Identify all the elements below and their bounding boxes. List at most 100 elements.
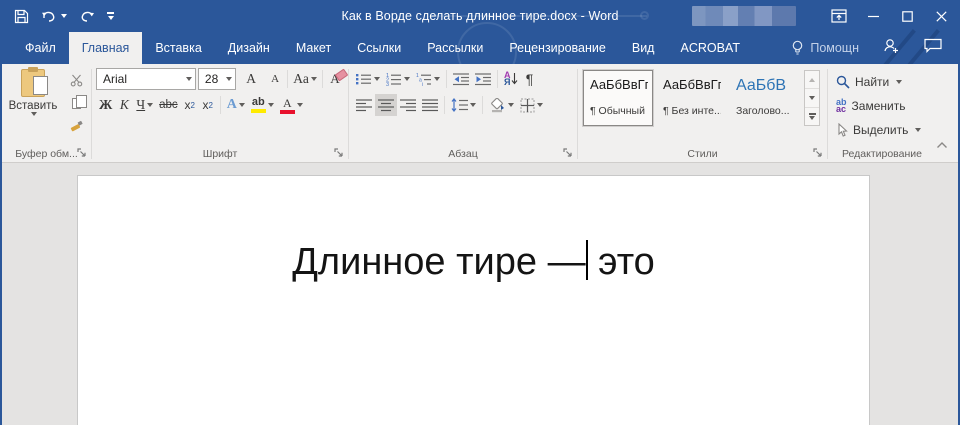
clear-formatting-button[interactable]: А bbox=[326, 68, 344, 90]
numbering-button[interactable]: 123 bbox=[383, 68, 413, 90]
font-size-combo[interactable]: 28 bbox=[198, 68, 236, 90]
highlight-color-button[interactable]: ab bbox=[248, 94, 277, 116]
dialog-launcher-icon bbox=[563, 148, 574, 159]
replace-button[interactable]: ab ac Заменить bbox=[836, 94, 928, 118]
underline-caret[interactable] bbox=[147, 103, 153, 107]
line-spacing-caret[interactable] bbox=[470, 103, 476, 107]
style-card-normal[interactable]: АаБбВвГг, ¶ Обычный bbox=[583, 70, 653, 126]
tab-view[interactable]: Вид bbox=[619, 32, 668, 64]
tab-insert[interactable]: Вставка bbox=[142, 32, 214, 64]
shading-caret[interactable] bbox=[508, 103, 514, 107]
bullets-button[interactable] bbox=[353, 68, 383, 90]
tab-acrobat[interactable]: ACROBAT bbox=[667, 32, 753, 64]
find-button[interactable]: Найти bbox=[836, 70, 928, 94]
italic-button[interactable]: К bbox=[115, 94, 133, 116]
ribbon: Вставить Буфер обм... bbox=[2, 64, 958, 163]
font-color-button[interactable]: А bbox=[277, 94, 306, 116]
format-painter-button[interactable] bbox=[64, 115, 88, 137]
line-spacing-button[interactable] bbox=[448, 94, 479, 116]
minimize-button[interactable] bbox=[856, 0, 890, 32]
redo-icon bbox=[79, 9, 95, 23]
gallery-more-icon bbox=[809, 113, 816, 120]
collapse-ribbon-button[interactable] bbox=[936, 136, 948, 154]
show-marks-button[interactable]: ¶ bbox=[521, 68, 539, 90]
decrease-indent-button[interactable] bbox=[450, 68, 472, 90]
save-button[interactable] bbox=[14, 9, 29, 24]
style-gallery-more-button[interactable] bbox=[805, 108, 819, 125]
maximize-button[interactable] bbox=[890, 0, 924, 32]
borders-caret[interactable] bbox=[537, 103, 543, 107]
align-left-button[interactable] bbox=[353, 94, 375, 116]
borders-icon bbox=[520, 98, 535, 113]
shading-bucket-icon bbox=[489, 98, 506, 113]
borders-button[interactable] bbox=[517, 94, 546, 116]
title-bar: Как в Ворде сделать длинное тире.docx - … bbox=[2, 0, 958, 32]
clipboard-dialog-launcher[interactable] bbox=[77, 148, 88, 159]
tab-references[interactable]: Ссылки bbox=[344, 32, 414, 64]
font-color-bar bbox=[280, 110, 295, 114]
font-name-combo[interactable]: Arial bbox=[96, 68, 196, 90]
document-page[interactable]: Длинное тире — это bbox=[77, 175, 870, 425]
font-dialog-launcher[interactable] bbox=[334, 148, 345, 159]
shrink-font-button[interactable]: А bbox=[266, 68, 284, 90]
sort-button[interactable]: А Я bbox=[501, 68, 521, 90]
increase-indent-button[interactable] bbox=[472, 68, 494, 90]
customize-qat-button[interactable] bbox=[107, 12, 114, 20]
copy-button[interactable] bbox=[64, 92, 88, 114]
ribbon-display-options-button[interactable] bbox=[822, 0, 856, 32]
shading-button[interactable] bbox=[486, 94, 517, 116]
style-card-heading[interactable]: АаБбВ Заголово... bbox=[729, 70, 799, 126]
undo-button[interactable] bbox=[41, 9, 67, 23]
tab-mailings[interactable]: Рассылки bbox=[414, 32, 496, 64]
bold-button[interactable]: Ж bbox=[96, 94, 115, 116]
editing-group-label: Редактирование bbox=[836, 145, 928, 162]
tab-review[interactable]: Рецензирование bbox=[496, 32, 619, 64]
close-button[interactable] bbox=[924, 0, 958, 32]
align-center-icon bbox=[378, 98, 394, 112]
mini-separator bbox=[287, 70, 288, 88]
paragraph-dialog-launcher[interactable] bbox=[563, 148, 574, 159]
multilevel-caret[interactable] bbox=[434, 77, 440, 81]
align-right-button[interactable] bbox=[397, 94, 419, 116]
superscript-button[interactable]: х2 bbox=[199, 94, 217, 116]
account-badge-redacted[interactable] bbox=[692, 6, 796, 26]
style-card-no-spacing[interactable]: АаБбВвГг, ¶ Без инте... bbox=[656, 70, 726, 126]
paste-dropdown-caret[interactable] bbox=[31, 112, 37, 116]
grow-font-button[interactable]: А bbox=[242, 68, 260, 90]
tab-home[interactable]: Главная bbox=[69, 32, 143, 64]
change-case-button[interactable]: Аа bbox=[291, 68, 319, 90]
tell-me-box[interactable]: Помощн bbox=[791, 40, 859, 56]
mini-separator bbox=[220, 96, 221, 114]
style-scroll-up-button[interactable] bbox=[805, 71, 819, 89]
align-center-button[interactable] bbox=[375, 94, 397, 116]
underline-button[interactable]: Ч bbox=[133, 94, 156, 116]
comments-button[interactable] bbox=[924, 38, 942, 58]
paste-label: Вставить bbox=[9, 100, 58, 112]
strikethrough-button[interactable]: abc bbox=[156, 94, 181, 116]
find-caret[interactable] bbox=[896, 80, 902, 84]
redo-button[interactable] bbox=[79, 9, 95, 23]
styles-dialog-launcher[interactable] bbox=[813, 148, 824, 159]
bullets-caret[interactable] bbox=[374, 77, 380, 81]
tab-layout[interactable]: Макет bbox=[283, 32, 344, 64]
maximize-icon bbox=[902, 11, 913, 22]
font-name-caret bbox=[186, 77, 192, 81]
share-button[interactable] bbox=[883, 38, 900, 59]
justify-button[interactable] bbox=[419, 94, 441, 116]
minimize-icon bbox=[868, 11, 879, 22]
dialog-launcher-icon bbox=[813, 148, 824, 159]
text-effects-button[interactable]: А bbox=[224, 94, 248, 116]
undo-dropdown-caret[interactable] bbox=[61, 14, 67, 18]
style-scroll-down-button[interactable] bbox=[805, 89, 819, 107]
paste-button[interactable]: Вставить bbox=[8, 69, 58, 145]
document-area: Длинное тире — это bbox=[2, 163, 958, 425]
tab-design[interactable]: Дизайн bbox=[215, 32, 283, 64]
cut-button[interactable] bbox=[64, 69, 88, 91]
format-painter-icon bbox=[69, 120, 83, 133]
numbering-caret[interactable] bbox=[404, 77, 410, 81]
multilevel-list-button[interactable]: 1аi bbox=[413, 68, 443, 90]
tab-file[interactable]: Файл bbox=[12, 32, 69, 64]
select-button[interactable]: Выделить bbox=[836, 118, 928, 142]
subscript-button[interactable]: х2 bbox=[181, 94, 199, 116]
select-caret[interactable] bbox=[915, 128, 921, 132]
